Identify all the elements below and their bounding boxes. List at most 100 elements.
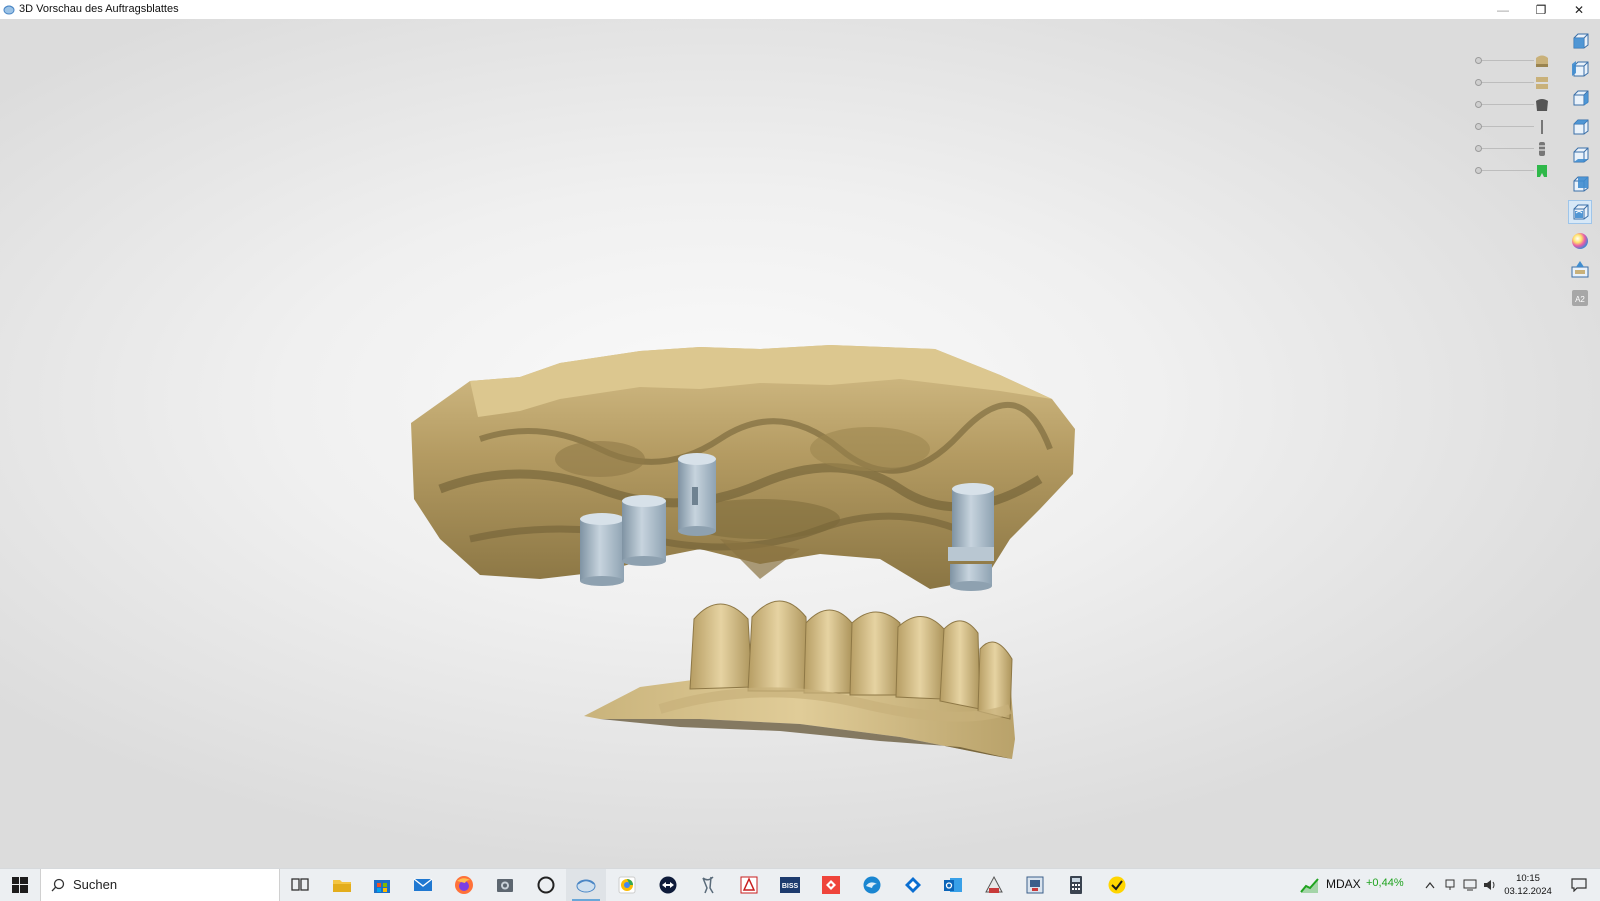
tooth-shade-button[interactable]: A2 <box>1568 286 1592 310</box>
jaw-model-icon[interactable] <box>1533 75 1551 91</box>
shade-label-icon: A2 <box>1572 290 1588 306</box>
maximize-button[interactable]: ❐ <box>1522 0 1560 19</box>
taskbar-app-dropbox[interactable] <box>893 869 933 901</box>
taskbar-app-calculator[interactable] <box>1056 869 1096 901</box>
taskbar-app-norton[interactable] <box>1097 869 1137 901</box>
view-front-button[interactable] <box>1568 29 1592 53</box>
cube-bottom-icon <box>1573 147 1589 163</box>
slider-track[interactable] <box>1478 126 1534 127</box>
taskbar-app-outlook[interactable] <box>933 869 973 901</box>
view-left-button[interactable] <box>1568 57 1592 81</box>
slider-implant[interactable] <box>1475 141 1553 157</box>
scanbody-icon[interactable] <box>1533 119 1551 135</box>
taskbar-search[interactable]: Suchen <box>40 869 280 901</box>
store-icon <box>374 880 390 893</box>
slider-handle[interactable] <box>1475 79 1482 86</box>
minimize-button[interactable]: — <box>1484 0 1522 19</box>
implant-icon[interactable] <box>1533 141 1551 157</box>
slider-track[interactable] <box>1478 104 1534 105</box>
taskbar-app-photos[interactable] <box>485 869 525 901</box>
slider-handle[interactable] <box>1475 101 1482 108</box>
taskbar-app-dental-app[interactable] <box>688 869 728 901</box>
slider-handle[interactable] <box>1475 145 1482 152</box>
teamviewer-icon <box>659 876 677 894</box>
taskbar-app-dental-lab[interactable] <box>974 869 1014 901</box>
network-button[interactable] <box>1460 869 1480 901</box>
slider-selected-element[interactable] <box>1475 163 1553 179</box>
taskbar-app-firefox[interactable] <box>444 869 484 901</box>
3d-viewport[interactable]: A2 <box>0 19 1600 868</box>
remote-icon <box>1026 876 1044 894</box>
dropbox-icon <box>905 877 921 893</box>
edge-icon <box>863 876 881 894</box>
action-center-button[interactable] <box>1562 869 1596 901</box>
stock-name[interactable]: MDAX <box>1326 877 1361 891</box>
view-top-button[interactable] <box>1568 115 1592 139</box>
search-icon <box>51 878 65 892</box>
cube-top-icon <box>1573 119 1589 135</box>
slider-handle[interactable] <box>1475 57 1482 64</box>
acrobat-icon <box>740 876 758 894</box>
taskbar-app-anydesk[interactable] <box>811 869 851 901</box>
slider-track[interactable] <box>1478 148 1534 149</box>
cube-back-icon <box>1573 176 1589 192</box>
slider-track[interactable] <box>1478 82 1534 83</box>
taskbar-app-remote-desktop[interactable] <box>1015 869 1055 901</box>
chrome-icon <box>618 876 636 894</box>
taskbar-app-task-view[interactable] <box>280 869 320 901</box>
stock-change[interactable]: +0,44% <box>1366 877 1404 889</box>
color-toggle-button[interactable] <box>1568 229 1592 253</box>
taskbar-app-teamviewer[interactable] <box>648 869 688 901</box>
slider-handle[interactable] <box>1475 167 1482 174</box>
taskbar-app-exocad[interactable] <box>566 869 606 901</box>
taskbar-app-chrome[interactable] <box>607 869 647 901</box>
tray-overflow-button[interactable] <box>1420 869 1440 901</box>
antagonist-model-icon[interactable] <box>1533 53 1551 69</box>
start-button[interactable] <box>0 869 40 901</box>
taskbar-app-file-explorer[interactable] <box>322 869 362 901</box>
dental-3d-scene[interactable] <box>0 19 1600 868</box>
taskbar-app-cortana[interactable] <box>526 869 566 901</box>
view-back-button[interactable] <box>1568 172 1592 196</box>
device-icon <box>1445 879 1455 890</box>
slider-handle[interactable] <box>1475 123 1482 130</box>
cube-left-icon <box>1572 61 1589 77</box>
title-bar: 3D Vorschau des Auftragsblattes — ❐ ✕ <box>0 0 1600 20</box>
tray-device-button[interactable] <box>1440 869 1460 901</box>
clock-date: 03.12.2024 <box>1504 886 1552 897</box>
biss-icon: BISS <box>780 877 800 893</box>
taskbar-app-edge[interactable] <box>852 869 892 901</box>
chevron-up-icon <box>1425 882 1435 889</box>
lower-jaw-model <box>584 600 1015 759</box>
green-tooth-icon[interactable] <box>1533 163 1551 179</box>
taskbar-app-acrobat[interactable] <box>729 869 769 901</box>
close-button[interactable]: ✕ <box>1560 0 1598 19</box>
slider-track[interactable] <box>1478 60 1534 61</box>
gingiva-icon[interactable] <box>1533 97 1551 113</box>
clock[interactable]: 10:15 03.12.2024 <box>1500 872 1556 898</box>
taskbar: Suchen BISS MDAX +0,44% 10:15 03.12.2024 <box>0 868 1600 901</box>
slider-track[interactable] <box>1478 170 1534 171</box>
taskbar-app-biss[interactable]: BISS <box>770 869 810 901</box>
slider-gingiva-mask[interactable] <box>1475 97 1553 113</box>
lab-icon <box>985 875 1003 893</box>
view-bottom-button[interactable] <box>1568 143 1592 167</box>
folder-icon <box>333 880 351 892</box>
view-right-button[interactable] <box>1568 86 1592 110</box>
restore-icon: ❐ <box>1535 2 1547 17</box>
calculator-icon <box>1070 876 1082 894</box>
firefox-icon <box>455 876 473 894</box>
window-title: 3D Vorschau des Auftragsblattes <box>19 3 179 15</box>
taskbar-app-mail[interactable] <box>403 869 443 901</box>
taskbar-app-microsoft-store[interactable] <box>362 869 402 901</box>
scanbody-2 <box>622 495 666 566</box>
view-occlusal-button[interactable] <box>1568 200 1592 224</box>
stock-chart-icon <box>1300 878 1319 893</box>
volume-button[interactable] <box>1480 869 1500 901</box>
minimize-icon: — <box>1497 2 1509 17</box>
slider-antagonist-model[interactable] <box>1475 53 1553 69</box>
slider-scanbody[interactable] <box>1475 119 1553 135</box>
snapshot-button[interactable] <box>1568 257 1592 281</box>
cube-occlusal-icon <box>1573 204 1589 220</box>
slider-jaw-model[interactable] <box>1475 75 1553 91</box>
